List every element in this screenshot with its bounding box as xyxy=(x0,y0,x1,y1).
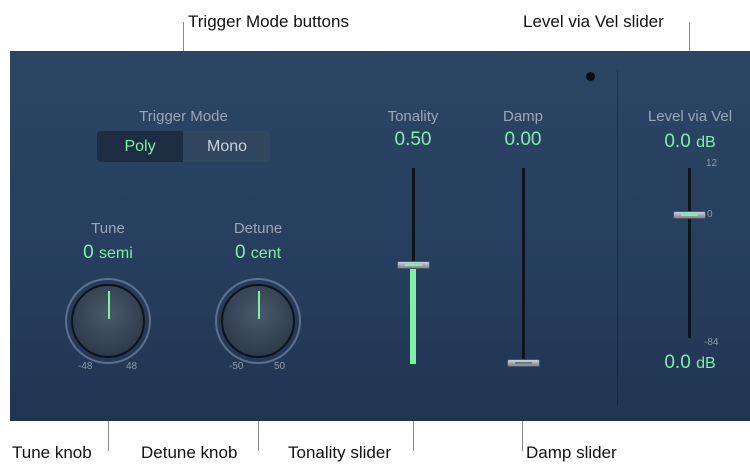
callout-damp-slider: Damp slider xyxy=(526,443,617,462)
tune-value-number: 0 xyxy=(83,242,94,263)
level-via-vel-label: Level via Vel xyxy=(647,108,733,125)
detune-label: Detune xyxy=(233,220,283,237)
level-via-vel-bottom-value: 0.0 dB xyxy=(632,352,748,374)
detune-value-number: 0 xyxy=(234,242,246,263)
level-via-vel-value-unit: dB xyxy=(696,134,716,151)
tonality-handle-mark xyxy=(405,264,422,266)
status-led-icon xyxy=(586,72,595,81)
level-via-vel-zero-label: 0 xyxy=(707,209,713,220)
level-via-vel-slider-handle[interactable] xyxy=(673,211,706,219)
detune-knob-pointer xyxy=(258,291,260,319)
damp-slider-handle[interactable] xyxy=(507,359,540,367)
tune-label: Tune xyxy=(91,220,125,237)
tonality-slider-fill xyxy=(410,266,416,364)
tune-knob-pointer xyxy=(108,291,110,319)
trigger-mode-label: Trigger Mode xyxy=(139,108,228,125)
tune-value-unit: semi xyxy=(99,245,133,262)
level-via-vel-bottom-unit: dB xyxy=(696,355,716,372)
damp-label: Damp xyxy=(502,108,543,125)
tonality-slider-handle[interactable] xyxy=(397,261,430,269)
panel-divider xyxy=(617,70,618,405)
trigger-mode-poly-button[interactable]: Poly xyxy=(97,131,183,162)
callout-detune-knob: Detune knob xyxy=(141,443,238,462)
level-via-vel-bottom-number: 0.0 xyxy=(664,352,691,373)
level-via-vel-slider-track xyxy=(688,168,691,338)
detune-value: 0 cent xyxy=(200,242,316,264)
detune-knob[interactable] xyxy=(221,284,295,358)
callout-trigger-mode-buttons: Trigger Mode buttons xyxy=(188,12,349,31)
tune-knob[interactable] xyxy=(71,284,145,358)
callout-level-via-vel-slider: Level via Vel slider xyxy=(523,12,664,31)
level-via-vel-max-label: 12 xyxy=(706,158,718,169)
level-via-vel-value: 0.0 dB xyxy=(632,131,748,153)
damp-handle-mark xyxy=(515,362,532,364)
tune-max-label: 48 xyxy=(126,361,138,372)
tune-value: 0 semi xyxy=(50,242,166,264)
detune-max-label: 50 xyxy=(274,361,286,372)
trigger-mode-segmented-control: Poly Mono xyxy=(97,131,270,162)
damp-value: 0.00 xyxy=(504,129,542,150)
tonality-label: Tonality xyxy=(387,108,439,125)
tune-min-label: -48 xyxy=(78,361,93,372)
level-via-vel-min-label: -84 xyxy=(704,337,719,348)
callout-tune-knob: Tune knob xyxy=(12,443,92,462)
trigger-mode-mono-button[interactable]: Mono xyxy=(184,131,270,162)
level-via-vel-handle-mark xyxy=(681,214,698,216)
detune-value-unit: cent xyxy=(250,245,282,262)
level-via-vel-value-number: 0.0 xyxy=(664,131,691,152)
damp-slider-track xyxy=(522,168,525,364)
detune-min-label: -50 xyxy=(229,361,244,372)
tonality-value: 0.50 xyxy=(394,129,432,150)
callout-tonality-slider: Tonality slider xyxy=(288,443,391,462)
